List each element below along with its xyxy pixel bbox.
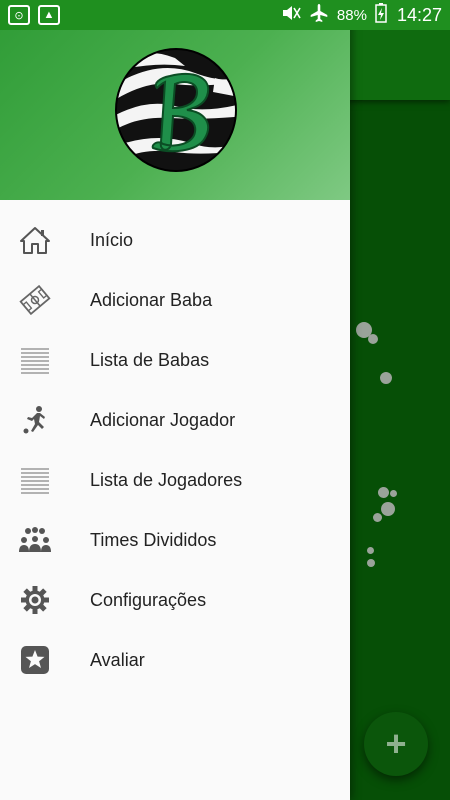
navigation-drawer: Início Adicionar Baba Lista de Babas Adi… (0, 0, 350, 800)
star-icon (18, 645, 52, 675)
menu-item-label: Lista de Jogadores (90, 469, 243, 490)
player-kick-icon (18, 405, 52, 435)
status-bar: ⊙ ▲ 88% 14:27 (0, 0, 450, 30)
drawer-menu: Início Adicionar Baba Lista de Babas Adi… (0, 210, 350, 690)
menu-item-label: Adicionar Jogador (90, 409, 236, 430)
menu-item-label: Times Divididos (90, 529, 217, 550)
bg-dot (367, 559, 375, 567)
home-icon (18, 225, 52, 255)
notification-app-icon: ⊙ (8, 5, 30, 25)
menu-item-lista-de-babas[interactable]: Lista de Babas (0, 330, 350, 390)
bg-dot (368, 334, 378, 344)
bg-dot (367, 547, 374, 554)
menu-item-times-divididos[interactable]: Times Divididos (0, 510, 350, 570)
bg-dot (390, 490, 397, 497)
bg-dot (380, 372, 392, 384)
airplane-icon (309, 3, 329, 27)
menu-item-inicio[interactable]: Início (0, 210, 350, 270)
menu-item-label: Adicionar Baba (90, 289, 213, 310)
menu-item-lista-de-jogadores[interactable]: Lista de Jogadores (0, 450, 350, 510)
plus-icon: + (385, 723, 407, 764)
battery-percent: 88% (336, 6, 367, 24)
bg-dot (381, 502, 395, 516)
menu-item-label: Avaliar (90, 649, 145, 670)
gear-icon (18, 585, 52, 615)
menu-item-configuracoes[interactable]: Configurações (0, 570, 350, 630)
bg-dot (373, 513, 382, 522)
list-icon (18, 345, 52, 375)
menu-item-label: Lista de Babas (90, 349, 210, 370)
gallery-notification-icon: ▲ (38, 5, 60, 25)
menu-item-label: Configurações (90, 589, 207, 610)
menu-item-avaliar[interactable]: Avaliar (0, 630, 350, 690)
app-logo (115, 48, 237, 172)
add-fab-button[interactable]: + (364, 712, 428, 776)
menu-item-label: Início (90, 229, 134, 250)
bg-dot (378, 487, 389, 498)
battery-charging-icon (375, 3, 387, 27)
menu-item-adicionar-baba[interactable]: Adicionar Baba (0, 270, 350, 330)
drawer-header (0, 0, 350, 200)
clock: 14:27 (396, 4, 442, 25)
group-icon (18, 525, 52, 555)
mute-icon (281, 4, 301, 26)
field-icon (18, 285, 52, 315)
list-icon (18, 465, 52, 495)
menu-item-adicionar-jogador[interactable]: Adicionar Jogador (0, 390, 350, 450)
